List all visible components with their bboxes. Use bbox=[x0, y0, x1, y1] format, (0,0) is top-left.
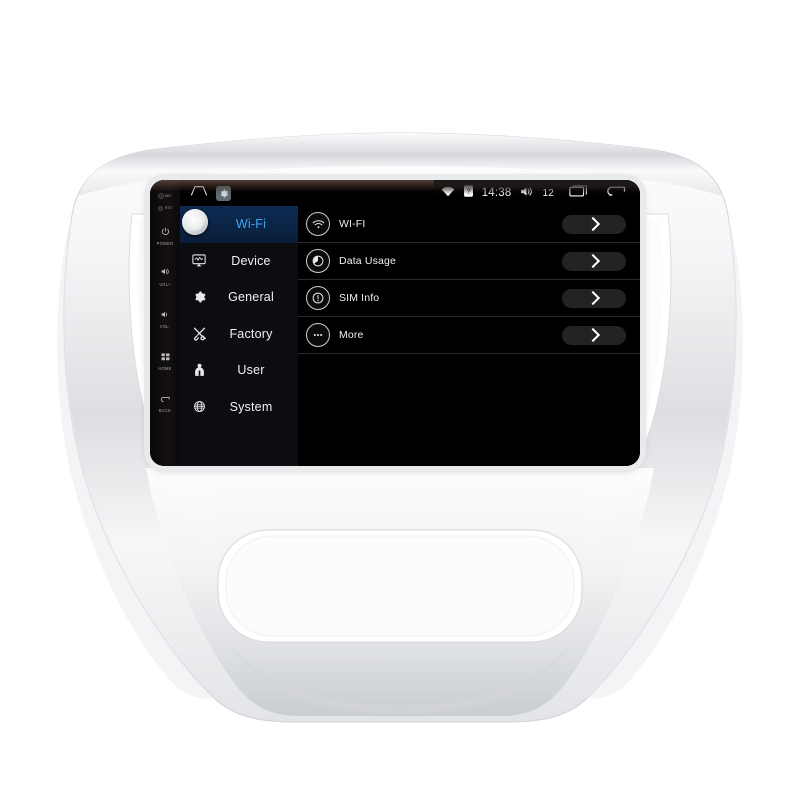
screen-watermark: ······ bbox=[609, 447, 624, 452]
settings-row-action-button[interactable] bbox=[562, 288, 626, 308]
speaker-icon bbox=[520, 184, 533, 202]
status-clock: 14:38 bbox=[481, 187, 512, 199]
hardkey-rst[interactable]: RST bbox=[150, 205, 180, 212]
hardkey-label: VOL+ bbox=[159, 281, 171, 287]
hardkey-label: VOL- bbox=[159, 323, 171, 329]
gear-icon bbox=[188, 290, 210, 304]
sidebar-item-label: Wi-Fi bbox=[235, 217, 267, 232]
head-unit-screen[interactable]: MIC RST POWER VOL+ VOL- HOME BACK ? 14:3… bbox=[150, 180, 640, 466]
led-dot-icon bbox=[157, 193, 164, 199]
settings-row-action-button[interactable] bbox=[562, 325, 626, 345]
sidebar-item-label: Device bbox=[231, 253, 271, 268]
hardkey-strip: MIC RST POWER VOL+ VOL- HOME BACK bbox=[150, 180, 180, 466]
chevron-right-icon bbox=[585, 290, 600, 306]
tools-icon bbox=[188, 326, 210, 341]
hardkey-label: MIC bbox=[165, 193, 173, 198]
home-icon[interactable] bbox=[190, 184, 208, 202]
settings-row-label: WI-FI bbox=[339, 218, 366, 230]
settings-row-label: Data Usage bbox=[339, 255, 396, 267]
hardkey-power[interactable]: POWER bbox=[150, 224, 180, 246]
sim-card-icon: ? bbox=[463, 184, 473, 202]
sidebar-item-label: User bbox=[237, 363, 265, 378]
hardkey-back[interactable]: BACK bbox=[150, 391, 180, 413]
display-icon bbox=[188, 254, 210, 267]
settings-content-panel: WI-FI Data Usage SIM Info More ······ bbox=[298, 206, 640, 466]
sidebar-item-system[interactable]: System bbox=[180, 389, 298, 426]
more-dots-circle-icon bbox=[306, 323, 330, 347]
sim-info-circle-icon bbox=[306, 286, 330, 310]
sidebar-item-general[interactable]: General bbox=[180, 279, 298, 316]
globe-icon bbox=[188, 400, 210, 413]
hardkey-label: BACK bbox=[158, 408, 172, 414]
power-icon bbox=[161, 224, 170, 240]
settings-row-label: SIM Info bbox=[339, 292, 380, 304]
volume-knob[interactable] bbox=[182, 209, 208, 235]
settings-row-sim-info[interactable]: SIM Info bbox=[298, 280, 640, 317]
led-dot-icon bbox=[157, 205, 164, 212]
person-icon bbox=[188, 363, 210, 377]
hardkey-mic[interactable]: MIC bbox=[150, 193, 180, 199]
recents-icon[interactable] bbox=[569, 184, 588, 202]
chevron-right-icon bbox=[585, 327, 600, 343]
sidebar-item-device[interactable]: Device bbox=[180, 243, 298, 280]
wifi-icon bbox=[441, 184, 455, 202]
hardkey-volume-up[interactable]: VOL+ bbox=[150, 264, 180, 287]
sidebar-item-label: General bbox=[228, 290, 274, 305]
hardkey-label: HOME bbox=[158, 365, 172, 371]
settings-row-action-button[interactable] bbox=[562, 214, 626, 234]
settings-row-data-usage[interactable]: Data Usage bbox=[298, 243, 640, 280]
wifi-circle-icon bbox=[306, 212, 330, 236]
volume-level: 12 bbox=[542, 187, 554, 199]
settings-row-more[interactable]: More bbox=[298, 317, 640, 354]
data-usage-circle-icon bbox=[306, 249, 330, 273]
gear-icon[interactable] bbox=[216, 185, 231, 201]
back-arrow-icon bbox=[160, 391, 170, 407]
settings-row-label: More bbox=[339, 329, 364, 341]
hardkey-home[interactable]: HOME bbox=[150, 349, 180, 371]
chevron-right-icon bbox=[585, 253, 600, 269]
device-stage: MIC RST POWER VOL+ VOL- HOME BACK ? 14:3… bbox=[0, 0, 800, 800]
settings-row-wifi[interactable]: WI-FI bbox=[298, 206, 640, 243]
sidebar-item-label: Factory bbox=[229, 326, 273, 341]
chevron-right-icon bbox=[585, 216, 600, 232]
hardkey-volume-down[interactable]: VOL- bbox=[150, 307, 180, 329]
sidebar-item-label: System bbox=[229, 399, 273, 414]
back-arrow-icon[interactable] bbox=[605, 184, 626, 203]
volume-down-icon bbox=[160, 307, 170, 323]
status-bar: ? 14:38 12 bbox=[180, 180, 640, 206]
home-grid-icon bbox=[161, 349, 170, 365]
hardkey-label: RST bbox=[164, 206, 173, 211]
svg-text:?: ? bbox=[466, 189, 470, 196]
hardkey-label: POWER bbox=[156, 241, 174, 247]
settings-row-action-button[interactable] bbox=[562, 251, 626, 271]
settings-sidebar: Wi-Fi Device General Factory User System bbox=[180, 206, 298, 466]
volume-up-icon bbox=[160, 264, 170, 280]
sidebar-item-factory[interactable]: Factory bbox=[180, 316, 298, 353]
sidebar-item-user[interactable]: User bbox=[180, 352, 298, 389]
